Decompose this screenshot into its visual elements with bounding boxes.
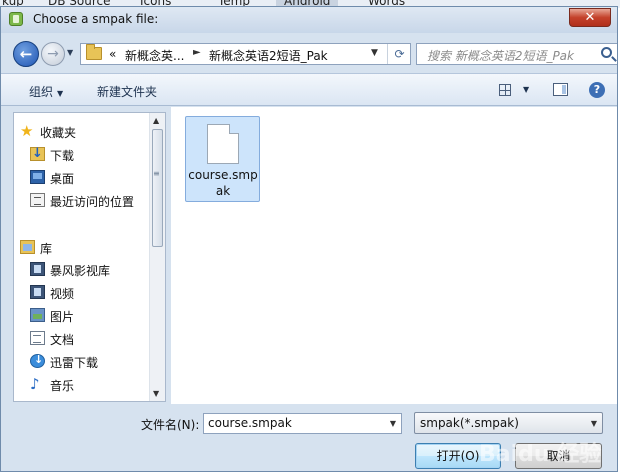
- documents-icon: [30, 331, 45, 345]
- nav-item-recent-places[interactable]: 最近访问的位置: [14, 190, 154, 210]
- filename-value: course.smpak: [208, 416, 292, 430]
- nav-libraries[interactable]: 库: [14, 237, 154, 257]
- scroll-up-icon[interactable]: ▲: [153, 116, 159, 125]
- forward-arrow-icon: →: [47, 46, 59, 62]
- download-folder-icon: [30, 146, 45, 161]
- nav-item-label: 视频: [50, 287, 75, 301]
- command-toolbar: 组织 ▼ 新建文件夹 ▼ ?: [1, 73, 617, 106]
- scrollbar-thumb[interactable]: [152, 129, 163, 247]
- nav-item-label: 图片: [50, 310, 75, 324]
- change-view-icon[interactable]: [499, 84, 511, 96]
- forward-button[interactable]: →: [41, 42, 65, 66]
- chevron-down-icon: ▼: [57, 89, 64, 98]
- nav-item-xunlei[interactable]: 迅雷下载: [14, 351, 154, 371]
- pictures-icon: [30, 308, 45, 322]
- dialog-footer: 文件名(N): course.smpak ▼ smpak(*.smpak) ▼ …: [1, 404, 617, 471]
- close-button[interactable]: ✕: [569, 8, 611, 27]
- nav-libraries-label: 库: [40, 242, 53, 256]
- file-icon: [207, 124, 239, 164]
- filetype-select[interactable]: smpak(*.smpak) ▼: [414, 412, 603, 434]
- nav-scrollbar[interactable]: ▲ ≡ ▼: [149, 113, 165, 401]
- open-file-dialog: Choose a smpak file: ✕ ← → ▼ « 新概念英... ►…: [0, 6, 618, 472]
- desktop-icon: [30, 170, 45, 184]
- search-input[interactable]: 搜索 新概念英语2短语_Pak: [416, 43, 617, 65]
- refresh-icon: ⟳: [394, 47, 405, 61]
- star-icon: ★: [20, 122, 34, 140]
- chevron-down-icon[interactable]: ▼: [390, 419, 396, 428]
- file-name: course.smpak: [188, 168, 258, 198]
- nav-item-label: 音乐: [50, 379, 75, 393]
- preview-pane-icon[interactable]: [553, 83, 568, 96]
- organize-label: 组织: [29, 85, 54, 99]
- navigation-pane[interactable]: ★ 收藏夹 下载 桌面 最近访问的位置 库 暴风影视库 视频 图: [13, 112, 166, 402]
- search-placeholder: 搜索 新概念英语2短语_Pak: [427, 49, 574, 63]
- xunlei-download-icon: [30, 353, 45, 368]
- search-icon[interactable]: [601, 47, 612, 58]
- nav-item-label: 迅雷下载: [50, 356, 99, 370]
- breadcrumb-item-current[interactable]: 新概念英语2短语_Pak: [209, 47, 328, 64]
- recent-pages-dropdown-icon[interactable]: ▼: [67, 48, 73, 57]
- help-icon[interactable]: ?: [589, 82, 605, 98]
- organize-menu[interactable]: 组织 ▼: [29, 83, 63, 100]
- chevron-down-icon[interactable]: ▼: [371, 48, 378, 58]
- nav-item-label: 最近访问的位置: [50, 195, 135, 209]
- navigation-bar: ← → ▼ « 新概念英... ► 新概念英语2短语_Pak ▼ ⟳ 搜索 新概…: [1, 34, 617, 70]
- scroll-down-icon[interactable]: ▼: [153, 389, 159, 398]
- videos-icon: [30, 285, 45, 299]
- nav-item-video-library[interactable]: 暴风影视库: [14, 259, 154, 279]
- address-bar[interactable]: « 新概念英... ► 新概念英语2短语_Pak ▼ ⟳: [80, 43, 411, 65]
- filename-label: 文件名(N):: [141, 418, 200, 432]
- filetype-value: smpak(*.smpak): [420, 416, 519, 430]
- nav-item-downloads[interactable]: 下载: [14, 144, 154, 164]
- nav-item-videos[interactable]: 视频: [14, 282, 154, 302]
- title-bar[interactable]: Choose a smpak file: ✕: [1, 7, 617, 33]
- filename-field[interactable]: course.smpak ▼: [203, 413, 402, 434]
- nav-item-music[interactable]: ♪ 音乐: [14, 374, 154, 394]
- grip-icon: ≡: [153, 169, 160, 178]
- folder-icon: [86, 44, 102, 60]
- nav-item-desktop[interactable]: 桌面: [14, 167, 154, 187]
- library-icon: [20, 240, 35, 254]
- breadcrumb-overflow[interactable]: «: [109, 47, 116, 61]
- new-folder-button[interactable]: 新建文件夹: [97, 83, 157, 100]
- nav-item-label: 暴风影视库: [50, 264, 111, 278]
- nav-item-documents[interactable]: 文档: [14, 328, 154, 348]
- close-icon: ✕: [584, 10, 596, 25]
- dialog-title: Choose a smpak file:: [33, 12, 159, 26]
- recent-places-icon: [30, 193, 45, 207]
- watermark: Baidu 经验: [479, 442, 602, 467]
- nav-item-label: 下载: [50, 149, 75, 163]
- refresh-button[interactable]: ⟳: [387, 44, 411, 64]
- back-button[interactable]: ←: [13, 41, 39, 67]
- chevron-right-icon[interactable]: ►: [193, 47, 201, 58]
- chevron-down-icon: ▼: [590, 419, 597, 428]
- nav-item-pictures[interactable]: 图片: [14, 305, 154, 325]
- music-icon: ♪: [30, 375, 40, 393]
- file-item[interactable]: course.smpak: [185, 116, 260, 202]
- app-icon: [9, 12, 23, 26]
- nav-favorites[interactable]: ★ 收藏夹: [14, 121, 154, 141]
- file-list[interactable]: course.smpak: [171, 107, 617, 404]
- nav-item-label: 桌面: [50, 172, 75, 186]
- back-arrow-icon: ←: [19, 45, 33, 63]
- nav-favorites-label: 收藏夹: [40, 126, 77, 140]
- nav-item-label: 文档: [50, 333, 75, 347]
- video-library-icon: [30, 262, 45, 276]
- view-options-dropdown-icon[interactable]: ▼: [523, 85, 529, 94]
- breadcrumb-item[interactable]: 新概念英...: [125, 47, 184, 64]
